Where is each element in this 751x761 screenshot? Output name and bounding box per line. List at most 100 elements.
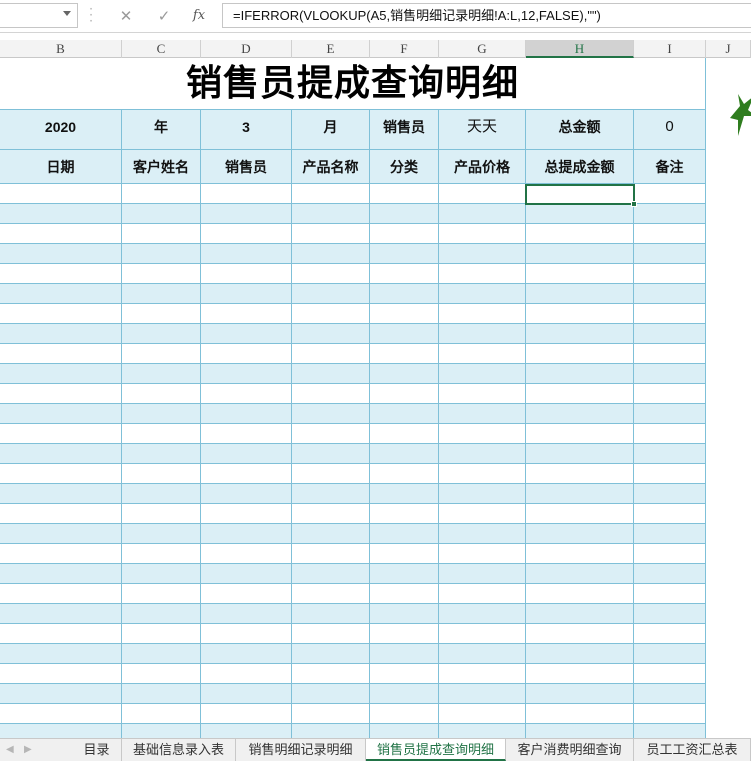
table-cell[interactable] — [201, 204, 292, 224]
table-cell[interactable] — [526, 504, 634, 524]
table-cell[interactable] — [201, 364, 292, 384]
table-cell[interactable] — [634, 524, 706, 544]
table-cell[interactable] — [370, 404, 439, 424]
table-cell[interactable] — [292, 184, 370, 204]
x-icon[interactable]: ✕ — [115, 5, 137, 27]
table-cell[interactable] — [634, 564, 706, 584]
sheet-tab[interactable]: 销售员提成查询明细 — [366, 739, 506, 761]
table-cell[interactable] — [370, 264, 439, 284]
table-cell[interactable] — [370, 704, 439, 724]
table-cell[interactable] — [201, 604, 292, 624]
table-cell[interactable] — [201, 304, 292, 324]
table-cell[interactable] — [122, 284, 201, 304]
table-cell[interactable] — [439, 524, 526, 544]
column-header-d[interactable]: D — [201, 40, 292, 58]
table-cell[interactable] — [122, 444, 201, 464]
table-cell[interactable] — [292, 644, 370, 664]
sheet-title[interactable]: 销售员提成查询明细 — [0, 58, 706, 110]
table-cell[interactable] — [122, 424, 201, 444]
month-cell[interactable]: 3 — [201, 110, 292, 150]
header-cell[interactable]: 客户姓名 — [122, 150, 201, 184]
table-cell[interactable] — [0, 444, 122, 464]
table-cell[interactable] — [370, 184, 439, 204]
table-cell[interactable] — [292, 244, 370, 264]
table-cell[interactable] — [526, 664, 634, 684]
column-header-j[interactable]: J — [706, 40, 751, 58]
table-cell[interactable] — [122, 404, 201, 424]
table-cell[interactable] — [526, 624, 634, 644]
table-cell[interactable] — [292, 424, 370, 444]
table-cell[interactable] — [122, 704, 201, 724]
table-cell[interactable] — [439, 344, 526, 364]
table-cell[interactable] — [0, 364, 122, 384]
column-header-i[interactable]: I — [634, 40, 706, 58]
table-cell[interactable] — [0, 344, 122, 364]
table-cell[interactable] — [634, 424, 706, 444]
table-cell[interactable] — [526, 204, 634, 224]
table-cell[interactable] — [634, 664, 706, 684]
table-cell[interactable] — [122, 664, 201, 684]
header-cell[interactable]: 备注 — [634, 150, 706, 184]
table-cell[interactable] — [201, 484, 292, 504]
table-cell[interactable] — [439, 324, 526, 344]
table-cell[interactable] — [122, 524, 201, 544]
table-cell[interactable] — [370, 284, 439, 304]
table-cell[interactable] — [0, 644, 122, 664]
table-cell[interactable] — [122, 604, 201, 624]
table-cell[interactable] — [122, 724, 201, 738]
table-cell[interactable] — [439, 724, 526, 738]
table-cell[interactable] — [292, 344, 370, 364]
header-cell[interactable]: 分类 — [370, 150, 439, 184]
table-cell[interactable] — [201, 424, 292, 444]
fx-icon[interactable]: fx — [188, 5, 210, 27]
table-cell[interactable] — [439, 244, 526, 264]
table-cell[interactable] — [439, 664, 526, 684]
table-cell[interactable] — [370, 384, 439, 404]
table-cell[interactable] — [526, 244, 634, 264]
name-box[interactable] — [0, 3, 78, 28]
sheet-tab[interactable]: 销售明细记录明细 — [236, 739, 366, 761]
table-cell[interactable] — [526, 424, 634, 444]
total-value-cell[interactable]: 0 — [634, 110, 706, 150]
table-cell[interactable] — [122, 384, 201, 404]
header-cell[interactable]: 产品名称 — [292, 150, 370, 184]
table-cell[interactable] — [370, 524, 439, 544]
table-cell[interactable] — [122, 504, 201, 524]
table-cell[interactable] — [201, 324, 292, 344]
table-cell[interactable] — [370, 544, 439, 564]
table-cell[interactable] — [122, 264, 201, 284]
table-cell[interactable] — [370, 584, 439, 604]
table-cell[interactable] — [526, 564, 634, 584]
check-icon[interactable]: ✓ — [153, 5, 175, 27]
table-cell[interactable] — [0, 324, 122, 344]
table-cell[interactable] — [439, 184, 526, 204]
table-cell[interactable] — [526, 184, 634, 204]
table-cell[interactable] — [0, 564, 122, 584]
table-cell[interactable] — [526, 224, 634, 244]
tab-next-icon[interactable]: ▶ — [24, 744, 32, 755]
table-cell[interactable] — [439, 284, 526, 304]
column-header-c[interactable]: C — [122, 40, 201, 58]
table-cell[interactable] — [122, 204, 201, 224]
table-cell[interactable] — [122, 684, 201, 704]
table-cell[interactable] — [201, 344, 292, 364]
table-cell[interactable] — [122, 584, 201, 604]
table-cell[interactable] — [634, 464, 706, 484]
table-cell[interactable] — [439, 544, 526, 564]
table-cell[interactable] — [370, 664, 439, 684]
table-cell[interactable] — [634, 204, 706, 224]
table-cell[interactable] — [0, 224, 122, 244]
table-cell[interactable] — [634, 684, 706, 704]
table-cell[interactable] — [634, 604, 706, 624]
table-cell[interactable] — [439, 644, 526, 664]
table-cell[interactable] — [526, 584, 634, 604]
table-cell[interactable] — [439, 424, 526, 444]
header-cell[interactable]: 总提成金额 — [526, 150, 634, 184]
salesperson-label-cell[interactable]: 销售员 — [370, 110, 439, 150]
table-cell[interactable] — [292, 264, 370, 284]
table-cell[interactable] — [370, 624, 439, 644]
table-cell[interactable] — [0, 724, 122, 738]
sheet-tab[interactable]: 员工工资汇总表 — [634, 739, 751, 761]
table-cell[interactable] — [292, 484, 370, 504]
table-cell[interactable] — [292, 544, 370, 564]
